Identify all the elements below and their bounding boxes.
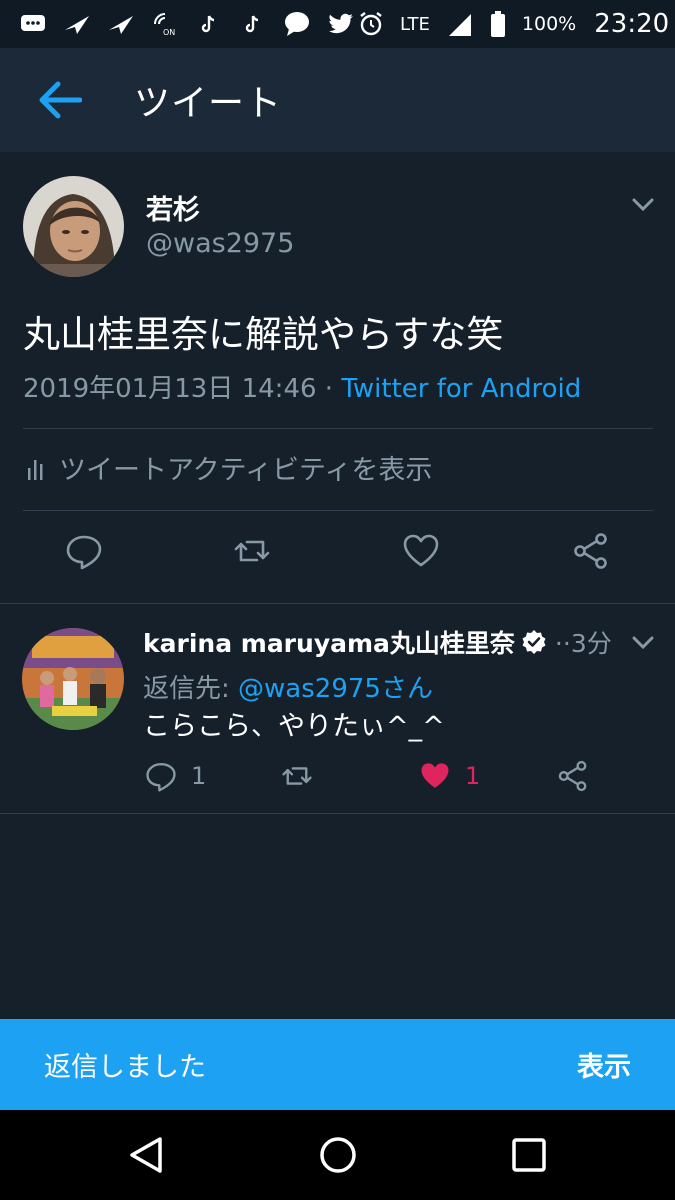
author-name[interactable]: 若杉	[146, 188, 200, 227]
reply-time-value: 3分	[570, 629, 612, 658]
tweet-activity-link[interactable]: ツイートアクティビティを表示	[23, 448, 432, 487]
like-count: 1	[465, 762, 481, 790]
system-nav-bar	[0, 1110, 675, 1200]
tweet-menu-button[interactable]	[626, 190, 660, 220]
circle-home-icon	[320, 1137, 356, 1173]
verified-badge-icon	[522, 630, 546, 654]
nav-back-button[interactable]	[127, 1135, 167, 1175]
signal-icon	[444, 9, 474, 39]
retweet-icon	[282, 767, 312, 785]
heart-filled-icon	[421, 763, 449, 788]
snackbar-view-button[interactable]: 表示	[577, 1045, 631, 1084]
divider	[23, 510, 653, 511]
reply-menu-button[interactable]	[626, 628, 660, 658]
reply-icon	[146, 763, 176, 792]
alarm-icon	[356, 9, 386, 39]
network-type: LTE	[400, 13, 430, 35]
reply-button[interactable]	[65, 532, 105, 572]
like-button[interactable]	[402, 532, 442, 572]
nfc-label: ON	[163, 28, 175, 37]
tweet-text: 丸山桂里奈に解説やらすな笑	[23, 313, 504, 356]
nav-home-button[interactable]	[318, 1135, 358, 1175]
snackbar: 返信しました 表示	[0, 1019, 675, 1110]
reply-text: こらこら、やりたぃ^_^	[143, 711, 445, 742]
tweet-meta: 2019年01月13日 14:46 · Twitter for Android	[23, 368, 581, 405]
reply-icon	[66, 535, 102, 570]
chat-bubble-icon	[282, 9, 312, 39]
tweet-activity-label: ツイートアクティビティを表示	[59, 455, 433, 486]
retweet-icon	[234, 540, 270, 562]
tweet-action-bar	[0, 532, 675, 582]
reply-like-button[interactable]: 1	[419, 760, 480, 792]
share-button[interactable]	[572, 532, 612, 572]
status-left-icons: ON	[18, 9, 356, 39]
nfc-on-icon: ON	[150, 9, 180, 39]
arrow-left-icon	[39, 81, 82, 119]
reply-share-button[interactable]	[557, 760, 589, 792]
status-right-icons: LTE 100% 23:20	[356, 9, 669, 39]
divider	[23, 428, 653, 429]
app-header: ツイート	[0, 48, 675, 152]
square-recents-icon	[512, 1138, 546, 1172]
reply-reply-button[interactable]: 1	[145, 760, 206, 792]
battery-icon	[488, 9, 508, 39]
clock: 23:20	[594, 9, 670, 39]
meta-separator: ·	[316, 374, 342, 404]
bar-chart-icon	[28, 459, 43, 480]
reply-time-separator: ··	[554, 629, 571, 658]
snackbar-message: 返信しました	[44, 1052, 206, 1083]
tweet-source-link[interactable]: Twitter for Android	[341, 374, 581, 404]
chevron-down-icon	[632, 198, 654, 212]
author-avatar[interactable]	[23, 176, 124, 277]
reply-tweet[interactable]: karina maruyama丸山桂里奈 ··3分 返信先: @was2975さ…	[0, 604, 675, 814]
share-icon	[558, 760, 587, 792]
tiktok-icon	[194, 9, 224, 39]
reply-author-name[interactable]: karina maruyama丸山桂里奈	[143, 624, 515, 660]
heart-icon	[403, 534, 439, 567]
tiktok-icon	[238, 9, 268, 39]
chevron-down-icon	[632, 636, 654, 650]
retweet-button[interactable]	[233, 532, 273, 572]
battery-percentage: 100%	[521, 13, 577, 35]
triangle-back-icon	[130, 1137, 162, 1173]
nav-recents-button[interactable]	[509, 1135, 549, 1175]
message-icon	[18, 9, 48, 39]
reply-author-avatar[interactable]	[22, 628, 124, 730]
reply-to-mention[interactable]: @was2975さん	[238, 674, 433, 704]
reply-to-line: 返信先: @was2975さん	[143, 668, 433, 705]
author-handle[interactable]: @was2975	[146, 228, 294, 259]
reply-action-bar: 1 1	[0, 760, 675, 800]
tweet-timestamp: 2019年01月13日 14:46	[23, 374, 317, 404]
page-title: ツイート	[134, 83, 283, 124]
reply-count: 1	[191, 762, 207, 790]
reply-to-label: 返信先:	[143, 674, 239, 704]
reply-timestamp: ··3分	[555, 624, 612, 660]
reply-retweet-button[interactable]	[281, 760, 313, 792]
share-icon	[574, 533, 607, 569]
paper-plane-icon	[62, 9, 92, 39]
status-bar: ON LTE 100% 23:20	[0, 0, 675, 48]
back-button[interactable]	[30, 70, 90, 130]
main-tweet: 若杉 @was2975 丸山桂里奈に解説やらすな笑 2019年01月13日 14…	[0, 152, 675, 604]
reply-header: karina maruyama丸山桂里奈 ··3分	[143, 624, 612, 660]
twitter-bird-icon	[326, 9, 356, 39]
paper-plane-icon	[106, 9, 136, 39]
